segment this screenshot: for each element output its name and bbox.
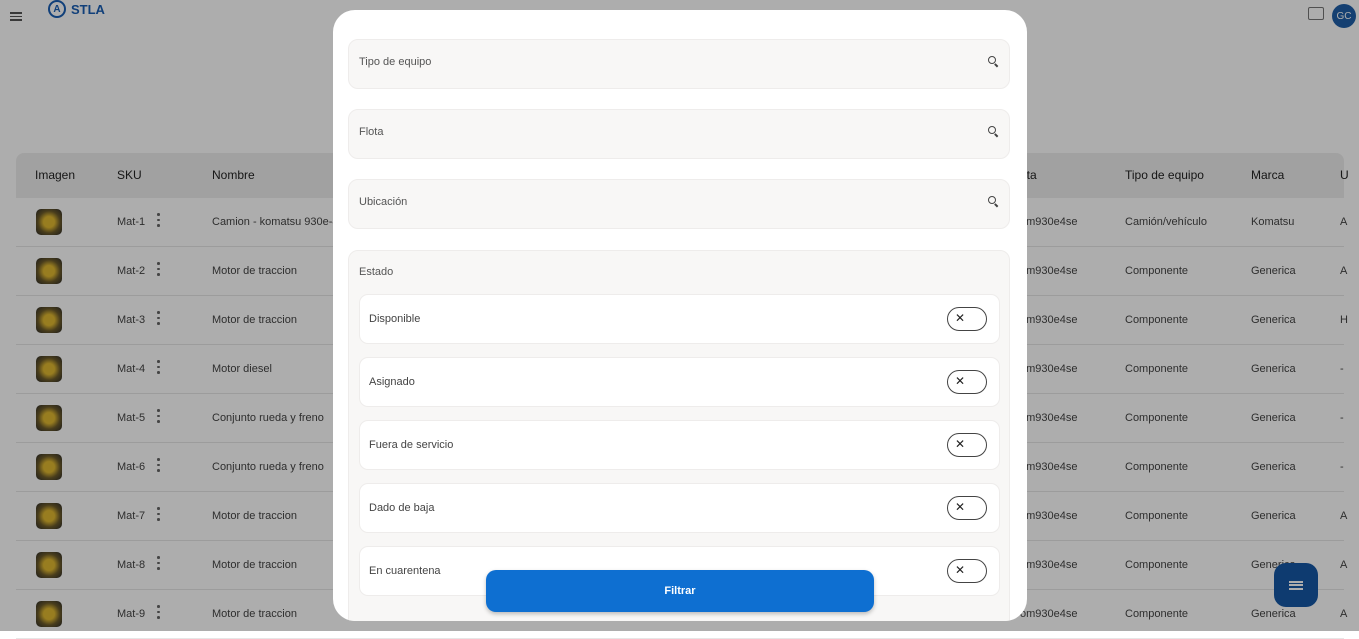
search-icon[interactable] xyxy=(988,126,998,136)
estado-option: Fuera de servicio ✕ xyxy=(359,420,1000,470)
search-icon[interactable] xyxy=(988,56,998,66)
filter-modal: Tipo de equipo Flota Ubicación Estado Di… xyxy=(333,10,1027,621)
flota-search-field[interactable]: Flota xyxy=(348,109,1010,159)
ubicacion-label: Ubicación xyxy=(359,196,408,208)
close-icon: ✕ xyxy=(954,437,966,451)
close-icon: ✕ xyxy=(954,563,966,577)
estado-option-label: Fuera de servicio xyxy=(369,439,454,451)
close-icon: ✕ xyxy=(954,311,966,325)
filter-button[interactable]: Filtrar xyxy=(486,570,874,612)
ubicacion-search-field[interactable]: Ubicación xyxy=(348,179,1010,229)
estado-option: Asignado ✕ xyxy=(359,357,1000,407)
estado-section: Estado Disponible ✕ Asignado ✕ Fuera de serv… xyxy=(348,250,1010,621)
search-icon[interactable] xyxy=(988,196,998,206)
estado-toggle[interactable]: ✕ xyxy=(947,559,987,583)
estado-option-label: En cuarentena xyxy=(369,565,441,577)
estado-toggle[interactable]: ✕ xyxy=(947,370,987,394)
flota-label: Flota xyxy=(359,126,384,138)
estado-option: Disponible ✕ xyxy=(359,294,1000,344)
tipo-equipo-search-field[interactable]: Tipo de equipo xyxy=(348,39,1010,89)
estado-toggle[interactable]: ✕ xyxy=(947,496,987,520)
tipo-equipo-label: Tipo de equipo xyxy=(359,56,432,68)
close-icon: ✕ xyxy=(954,500,966,514)
estado-option-label: Disponible xyxy=(369,313,421,325)
estado-option-label: Dado de baja xyxy=(369,502,435,514)
estado-toggle[interactable]: ✕ xyxy=(947,433,987,457)
estado-option: Dado de baja ✕ xyxy=(359,483,1000,533)
estado-label: Estado xyxy=(359,266,394,278)
close-icon: ✕ xyxy=(954,374,966,388)
estado-option-label: Asignado xyxy=(369,376,415,388)
estado-toggle[interactable]: ✕ xyxy=(947,307,987,331)
